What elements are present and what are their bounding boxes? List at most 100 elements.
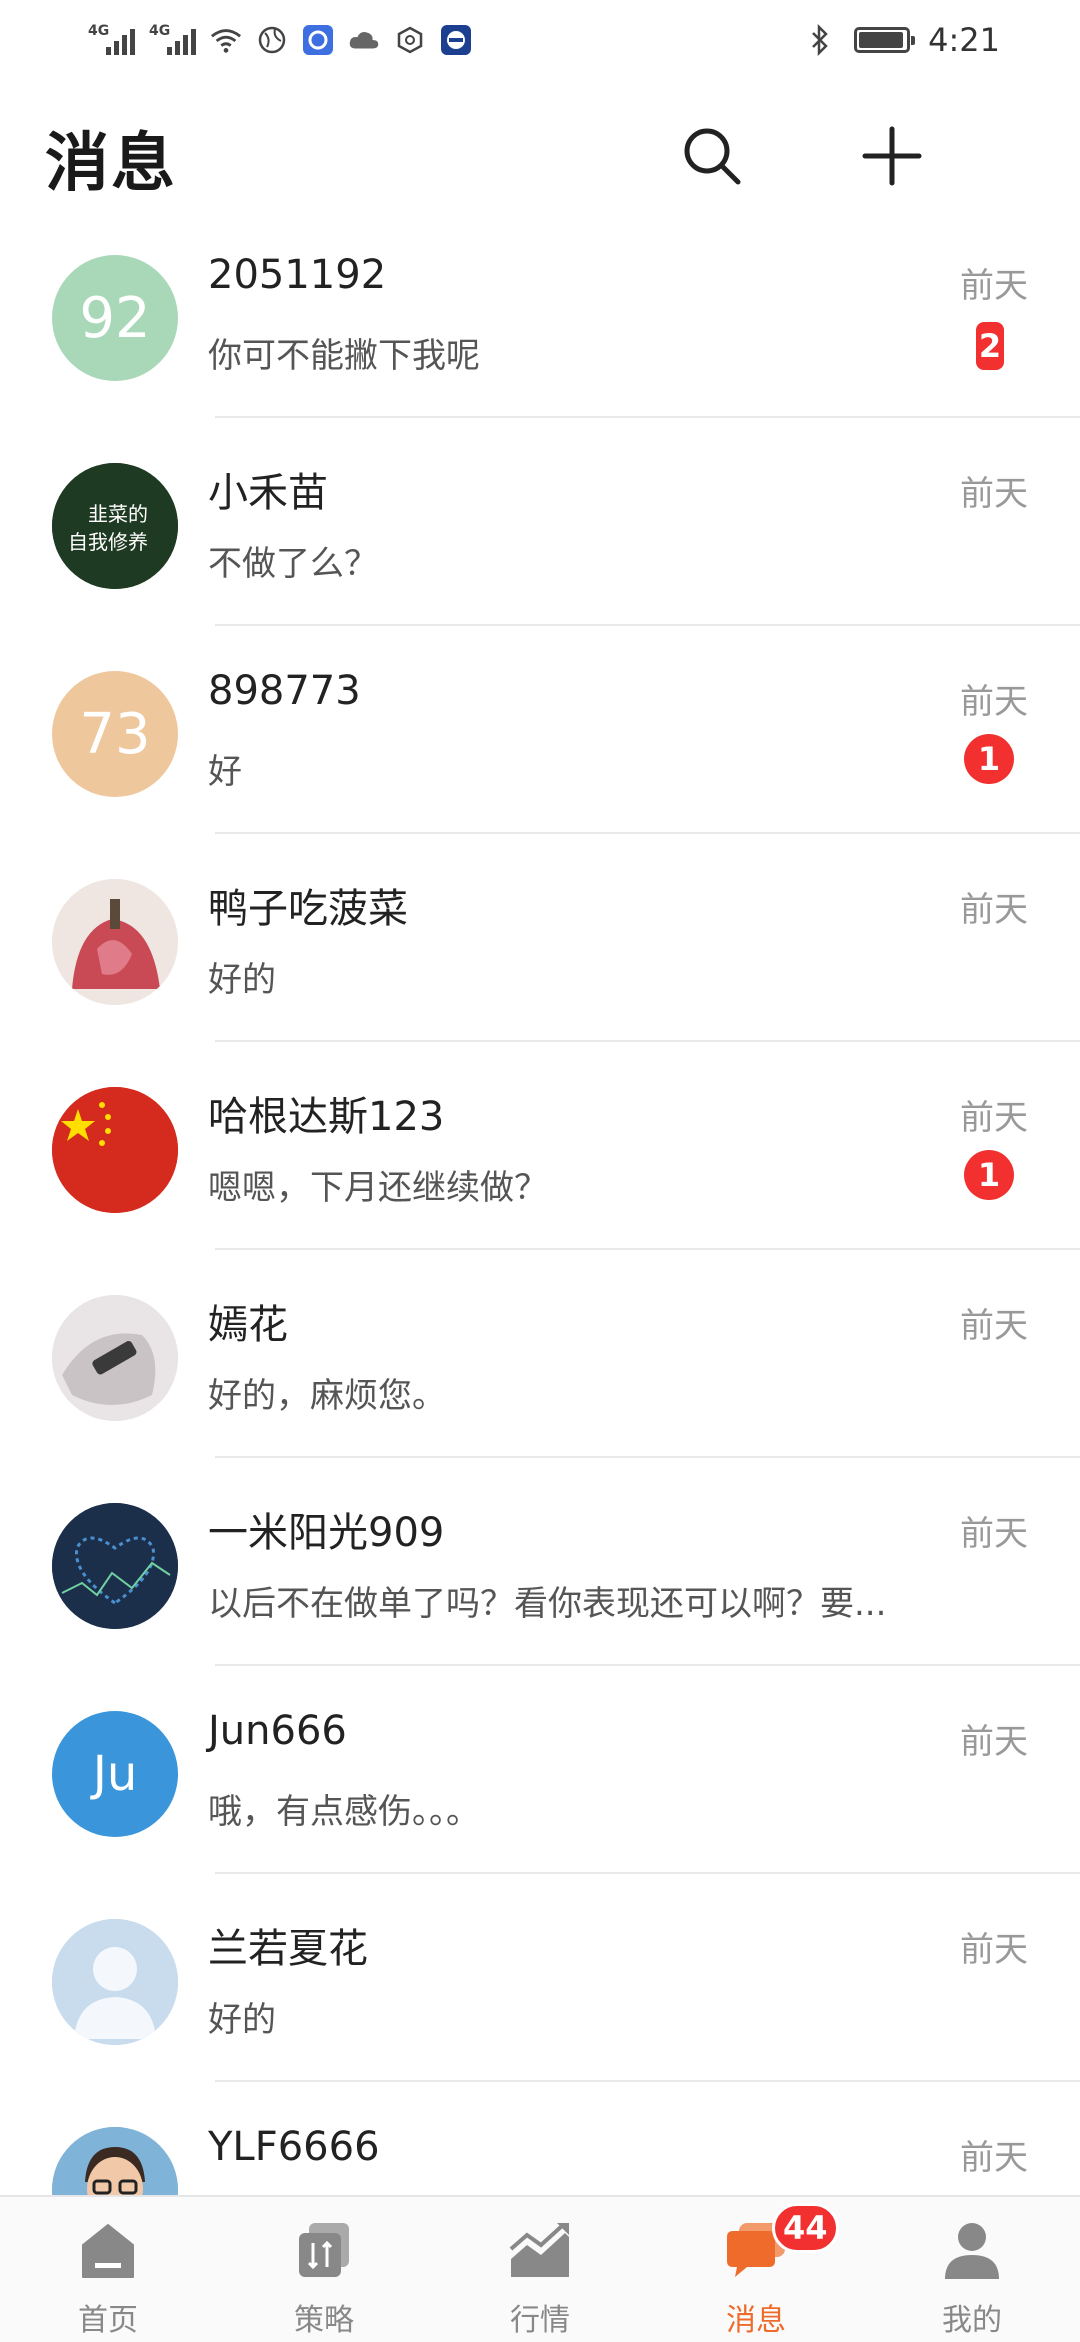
message-time: 前天 — [960, 890, 1028, 930]
avatar-image — [52, 1087, 178, 1213]
wifi-icon — [210, 24, 242, 56]
header: 消息 — [0, 100, 1080, 210]
tab-home[interactable]: 首页 — [0, 2197, 216, 2342]
message-preview: 好的 — [208, 960, 276, 1000]
unread-badge: 1 — [964, 734, 1014, 784]
home-icon — [73, 2215, 143, 2285]
avatar — [52, 1503, 178, 1629]
avatar — [52, 1087, 178, 1213]
message-time: 前天 — [960, 1722, 1028, 1762]
battery-icon — [854, 27, 916, 53]
strategy-icon — [289, 2215, 359, 2285]
tab-label: 行情 — [510, 2303, 570, 2338]
market-chart-icon — [505, 2215, 575, 2285]
cloud-icon — [348, 24, 380, 56]
search-button[interactable] — [674, 118, 750, 194]
avatar-image — [52, 1295, 178, 1421]
contact-name: Jun666 — [208, 1708, 347, 1754]
message-preview: 你可不能撇下我呢 — [208, 336, 480, 376]
message-preview: 以后不在做单了吗？看你表现还可以啊？要... — [208, 1584, 887, 1624]
svg-text:自我修养: 自我修养 — [68, 530, 148, 554]
message-preview: 不做了么？ — [208, 544, 378, 584]
contact-name: 2051192 — [208, 252, 387, 298]
message-preview: 嗯嗯，下月还继续做？ — [208, 1168, 548, 1208]
conversation-row[interactable]: 哈根达斯123 嗯嗯，下月还继续做？ 前天 1 — [0, 1042, 1080, 1250]
network-type-label: 4G — [88, 23, 110, 39]
tab-profile[interactable]: 我的 — [864, 2197, 1080, 2342]
hexagon-icon — [394, 24, 426, 56]
bluetooth-icon — [804, 24, 836, 56]
avatar-text: 92 — [79, 285, 151, 351]
status-time: 4:21 — [928, 21, 1000, 59]
contact-name: 嫣花 — [208, 1302, 288, 1348]
avatar: 韭菜的 自我修养 — [52, 463, 178, 589]
message-time: 前天 — [960, 2138, 1028, 2178]
app-icon — [302, 24, 334, 56]
conversation-row[interactable]: Ju Jun666 哦，有点感伤。。。 前天 — [0, 1666, 1080, 1874]
conversation-row[interactable]: 92 2051192 你可不能撇下我呢 前天 2 — [0, 210, 1080, 418]
message-time: 前天 — [960, 1514, 1028, 1554]
tab-label: 首页 — [78, 2303, 138, 2338]
profile-icon — [937, 2215, 1007, 2285]
message-time: 前天 — [960, 1098, 1028, 1138]
avatar — [52, 1295, 178, 1421]
tab-strategy[interactable]: 策略 — [216, 2197, 432, 2342]
tab-label: 策略 — [294, 2303, 354, 2338]
default-avatar-icon — [52, 1919, 178, 2045]
avatar: 73 — [52, 671, 178, 797]
unread-badge: 2 — [976, 322, 1004, 370]
network-type-label: 4G — [149, 23, 171, 39]
tab-market[interactable]: 行情 — [432, 2197, 648, 2342]
contact-name: YLF6666 — [208, 2124, 380, 2170]
message-preview: 好的 — [208, 2000, 276, 2040]
signal-icon: 4G — [88, 23, 135, 55]
message-preview: 好的，麻烦您。 — [208, 1376, 446, 1416]
contact-name: 898773 — [208, 668, 361, 714]
message-preview: 哦，有点感伤。。。 — [208, 1792, 480, 1832]
status-bar: 4G 4G 4:21 — [0, 0, 1080, 80]
avatar — [52, 1919, 178, 2045]
status-icons-right: 4:21 — [804, 18, 1000, 62]
app-icon — [440, 24, 472, 56]
avatar-text: 73 — [79, 701, 151, 767]
message-time: 前天 — [960, 266, 1028, 306]
add-button[interactable] — [854, 118, 930, 194]
message-time: 前天 — [960, 1930, 1028, 1970]
conversation-row[interactable]: 兰若夏花 好的 前天 — [0, 1874, 1080, 2082]
conversation-row[interactable]: 韭菜的 自我修养 小禾苗 不做了么？ 前天 — [0, 418, 1080, 626]
avatar — [52, 879, 178, 1005]
conversation-row[interactable]: 嫣花 好的，麻烦您。 前天 — [0, 1250, 1080, 1458]
message-time: 前天 — [960, 682, 1028, 722]
unread-badge: 1 — [964, 1150, 1014, 1200]
tab-messages[interactable]: 44 消息 — [648, 2197, 864, 2342]
avatar-text: Ju — [92, 1746, 138, 1802]
contact-name: 鸭子吃菠菜 — [208, 886, 408, 932]
contact-name: 一米阳光909 — [208, 1510, 445, 1556]
bottom-tab-bar: 首页 策略 行情 44 消息 我的 — [0, 2195, 1080, 2342]
contact-name: 小禾苗 — [208, 470, 328, 516]
conversation-row[interactable]: 一米阳光909 以后不在做单了吗？看你表现还可以啊？要... 前天 — [0, 1458, 1080, 1666]
globe-icon — [256, 24, 288, 56]
plus-icon — [862, 126, 922, 186]
search-icon — [684, 128, 741, 185]
conversation-row[interactable]: 鸭子吃菠菜 好的 前天 — [0, 834, 1080, 1042]
message-preview: 好 — [208, 752, 242, 792]
tab-label: 消息 — [726, 2303, 786, 2338]
tab-unread-badge: 44 — [772, 2203, 839, 2253]
contact-name: 兰若夏花 — [208, 1926, 368, 1972]
avatar-image: 韭菜的 自我修养 — [52, 463, 178, 589]
avatar: 92 — [52, 255, 178, 381]
conversation-row[interactable]: 73 898773 好 前天 1 — [0, 626, 1080, 834]
status-icons-left: 4G 4G — [88, 18, 472, 62]
contact-name: 哈根达斯123 — [208, 1094, 445, 1140]
page-title: 消息 — [45, 127, 177, 201]
svg-text:韭菜的: 韭菜的 — [88, 502, 148, 526]
conversation-list: 92 2051192 你可不能撇下我呢 前天 2 韭菜的 自我修养 小禾苗 不做… — [0, 210, 1080, 2290]
avatar-image — [52, 1503, 178, 1629]
message-time: 前天 — [960, 1306, 1028, 1346]
avatar: Ju — [52, 1711, 178, 1837]
tab-label: 我的 — [942, 2303, 1002, 2338]
message-time: 前天 — [960, 474, 1028, 514]
signal-icon: 4G — [149, 23, 196, 55]
avatar-image — [52, 879, 178, 1005]
